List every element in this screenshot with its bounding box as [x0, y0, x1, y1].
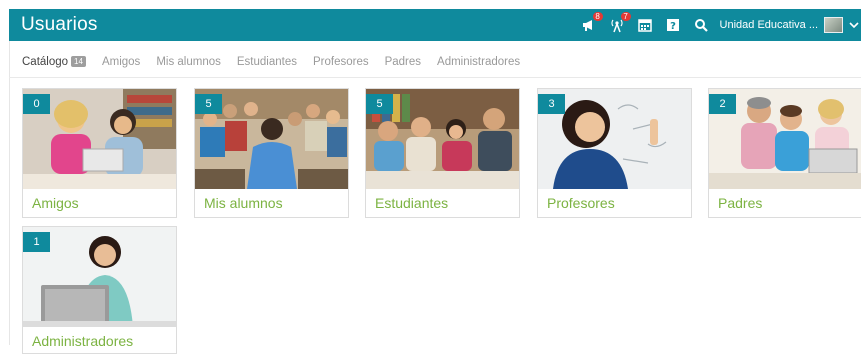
tab-bar: Catálogo 14 Amigos Mis alumnos Estudiante… [22, 56, 536, 68]
top-strip [0, 0, 861, 9]
tab-catalogo[interactable]: Catálogo 14 [22, 56, 86, 68]
card-amigos[interactable]: 0 Amigos [22, 88, 177, 218]
profesores-count-badge: 3 [538, 94, 565, 114]
header-toolbar: 8 7 ? Unidad Educativa ... [580, 9, 861, 41]
tab-administradores[interactable]: Administradores [437, 56, 520, 68]
tab-padres[interactable]: Padres [385, 56, 421, 68]
estudiantes-count-badge: 5 [366, 94, 393, 114]
antenna-count: 7 [620, 12, 631, 21]
card-administradores[interactable]: 1 Administradores [22, 226, 177, 354]
administradores-count-badge: 1 [23, 232, 50, 252]
tab-mis-alumnos[interactable]: Mis alumnos [156, 56, 221, 68]
announcement-count: 8 [592, 12, 603, 21]
card-padres[interactable]: 2 Padres [708, 88, 861, 218]
catalogo-count-badge: 14 [71, 56, 86, 67]
calendar-icon[interactable] [636, 16, 654, 34]
antenna-icon[interactable]: 7 [608, 12, 631, 34]
left-rule [9, 9, 10, 345]
school-selector[interactable]: Unidad Educativa ... [720, 19, 818, 31]
help-icon[interactable]: ? [664, 16, 682, 34]
mis-alumnos-label: Mis alumnos [204, 195, 283, 211]
announcement-icon[interactable]: 8 [580, 12, 603, 34]
card-estudiantes[interactable]: 5 Estudiantes [365, 88, 520, 218]
card-profesores[interactable]: 3 Profesores [537, 88, 692, 218]
mis-alumnos-count-badge: 5 [195, 94, 222, 114]
administradores-label: Administradores [32, 333, 134, 349]
tab-divider [9, 77, 861, 78]
chevron-down-icon[interactable] [849, 20, 859, 30]
amigos-label: Amigos [32, 195, 79, 211]
avatar[interactable] [824, 17, 843, 33]
search-icon[interactable] [692, 16, 710, 34]
amigos-count-badge: 0 [23, 94, 50, 114]
page-title: Usuarios [21, 14, 98, 35]
tab-catalogo-label: Catálogo [22, 56, 69, 68]
page-header: Usuarios 8 7 ? Unidad Educativa ... [9, 9, 861, 41]
svg-text:?: ? [670, 21, 676, 32]
estudiantes-label: Estudiantes [375, 195, 449, 211]
padres-label: Padres [718, 195, 763, 211]
tab-profesores[interactable]: Profesores [313, 56, 369, 68]
tab-estudiantes[interactable]: Estudiantes [237, 56, 297, 68]
card-mis-alumnos[interactable]: 5 Mis alumnos [194, 88, 349, 218]
profesores-label: Profesores [547, 195, 615, 211]
padres-count-badge: 2 [709, 94, 736, 114]
tab-amigos[interactable]: Amigos [102, 56, 140, 68]
